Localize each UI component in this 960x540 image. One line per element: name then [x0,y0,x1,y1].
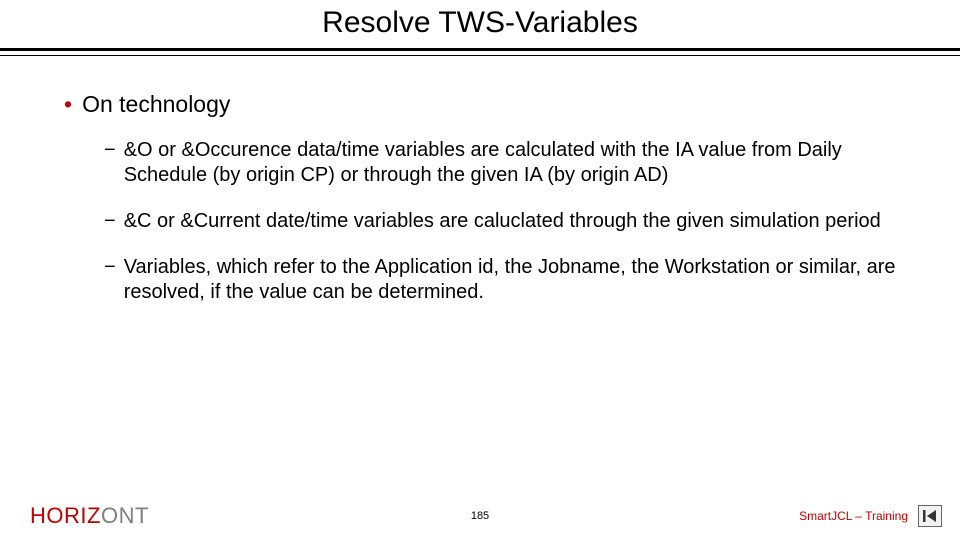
brand-part-red: HORIZ [30,503,101,528]
bullet-level2: − &C or &Current date/time variables are… [104,209,896,235]
bullet-level1: • On technology [64,90,896,120]
nav-first-button[interactable] [918,505,942,527]
course-label: SmartJCL – Training [799,509,908,523]
bullet-heading: On technology [82,90,230,120]
sub-bullet-text: &C or &Current date/time variables are c… [124,209,896,235]
content-area: • On technology − &O or &Occurence data/… [0,56,960,306]
bullet-dot-icon: • [64,90,72,120]
slide-title: Resolve TWS-Variables [0,6,960,40]
sub-bullet-text: Variables, which refer to the Applicatio… [124,255,896,306]
page-number: 185 [471,510,489,522]
bullet-level2: − &O or &Occurence data/time variables a… [104,138,896,189]
dash-icon: − [104,209,116,235]
bullet-level2: − Variables, which refer to the Applicat… [104,255,896,306]
title-underline [0,48,960,56]
brand-logo: HORIZONT [30,503,149,529]
title-area: Resolve TWS-Variables [0,0,960,56]
dash-icon: − [104,138,116,189]
footer-right: SmartJCL – Training [799,505,942,527]
skip-previous-icon [923,510,937,522]
brand-part-gray: ONT [101,503,149,528]
footer: HORIZONT 185 SmartJCL – Training [0,502,960,530]
slide: Resolve TWS-Variables • On technology − … [0,0,960,540]
dash-icon: − [104,255,116,306]
sub-bullet-text: &O or &Occurence data/time variables are… [124,138,896,189]
sub-bullets: − &O or &Occurence data/time variables a… [104,138,896,306]
